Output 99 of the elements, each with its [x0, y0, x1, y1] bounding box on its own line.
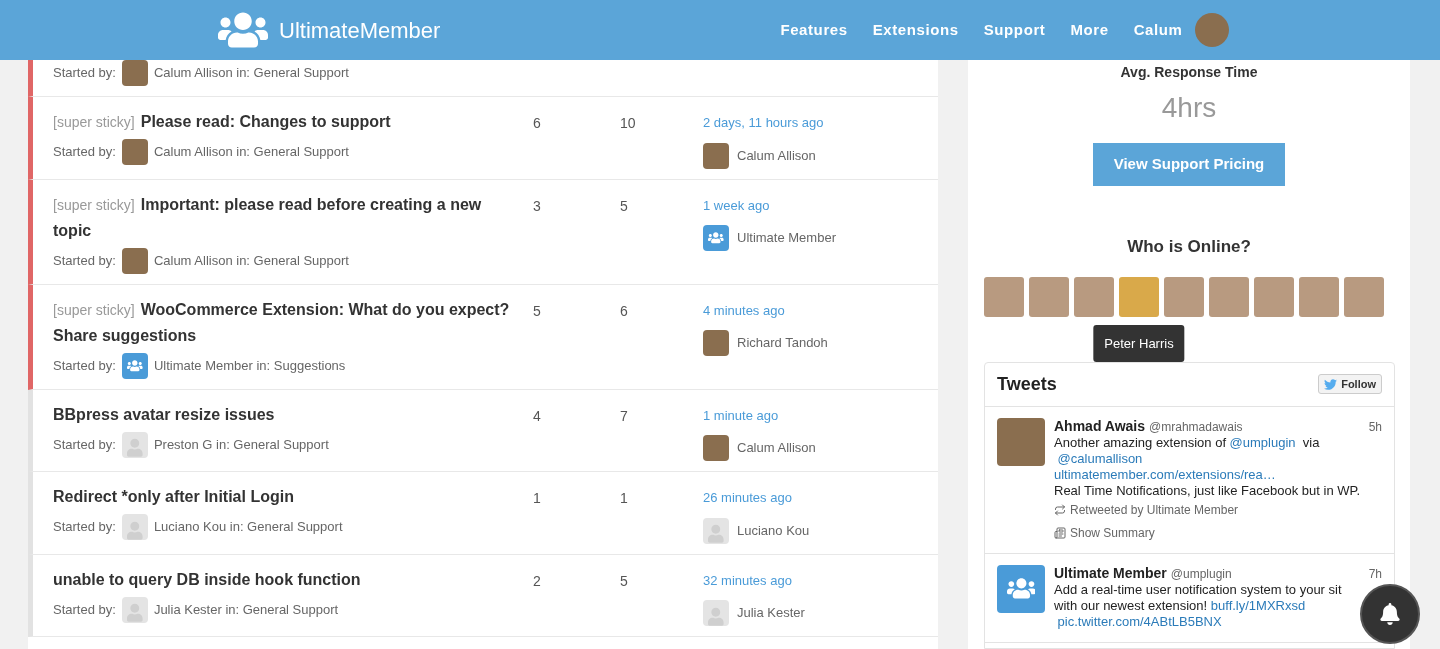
default-avatar	[121, 514, 148, 540]
avatar-photo	[997, 417, 1045, 466]
online-user-photo[interactable]	[1254, 276, 1294, 317]
started-by-label: Started by:	[53, 435, 116, 454]
tweet-link[interactable]: @calumallison	[1054, 450, 1143, 467]
tweet-handle[interactable]: @mrahmadawais	[1149, 418, 1243, 435]
post-count: 7	[620, 406, 629, 426]
last-poster[interactable]: Richard Tandoh	[737, 333, 828, 353]
tweet-author[interactable]: Ahmad Awais	[1054, 417, 1146, 434]
topic-title[interactable]: unable to query DB inside hook function	[53, 566, 533, 593]
tweet-author[interactable]: Ultimate Member	[1054, 564, 1167, 581]
voice-count: 4	[533, 406, 542, 426]
online-user-photo[interactable]	[1209, 276, 1249, 317]
show-summary-link[interactable]: Show Summary	[1070, 524, 1155, 541]
avatar-photo	[703, 435, 729, 461]
topic-title[interactable]: [super sticky] WooCommerce Extension: What do you expect? Share suggestions	[53, 296, 533, 349]
tweet-text: via	[1301, 434, 1320, 451]
tweet-time[interactable]: 7h	[1368, 565, 1382, 582]
user-avatar[interactable]	[1194, 13, 1229, 47]
notification-bell-button[interactable]	[1360, 584, 1420, 644]
user-tooltip: Peter Harris	[1093, 324, 1185, 362]
response-time-value: 4hrs	[1161, 91, 1217, 125]
last-poster[interactable]: Luciano Kou	[737, 520, 810, 541]
default-avatar	[121, 431, 148, 458]
topic-title[interactable]: Redirect *only after Initial Login	[53, 484, 533, 510]
logo-icon	[215, 10, 271, 50]
online-user-photo[interactable]	[984, 276, 1024, 317]
last-poster[interactable]: Calum Allison	[737, 438, 816, 458]
logo-avatar	[121, 352, 148, 379]
started-by-label: Started by:	[53, 143, 116, 162]
avatar-photo	[121, 139, 148, 165]
default-avatar	[121, 596, 148, 623]
tweet-handle[interactable]: @umplugin	[1170, 565, 1232, 582]
started-by-label: Started by:	[53, 251, 116, 270]
voice-count: 3	[533, 196, 542, 216]
topic-starter[interactable]: Calum Allison in: General Support	[153, 250, 349, 271]
topic-starter[interactable]: Calum Allison in: General Support	[153, 142, 349, 162]
freshness-link[interactable]: 1 week ago	[703, 195, 770, 215]
avatar-photo	[121, 60, 148, 86]
logo-avatar	[997, 564, 1045, 613]
tweet-link[interactable]: @umplugin	[1229, 434, 1296, 451]
started-by-label: Started by:	[53, 600, 116, 619]
bird-icon	[1324, 377, 1338, 391]
post-count: 5	[620, 571, 629, 591]
default-avatar	[703, 600, 729, 626]
online-user-photo[interactable]	[1074, 276, 1114, 317]
tweet-text: with our newest extension!	[1054, 597, 1209, 614]
voice-count: 1	[533, 489, 542, 508]
post-count: 6	[620, 301, 629, 321]
retweet-text: Retweeted by Ultimate Member	[1070, 501, 1239, 518]
online-user-photo[interactable]	[1029, 276, 1069, 317]
avatar-photo	[703, 330, 729, 356]
post-count: 5	[620, 196, 629, 216]
started-by-label: Started by:	[53, 518, 116, 537]
topic-starter[interactable]: Calum Allison in: General Support	[153, 63, 349, 83]
tweet-time[interactable]: 5h	[1368, 418, 1382, 435]
started-by-label: Started by:	[53, 356, 116, 375]
topic-title[interactable]: [super sticky] Please read: Changes to support	[53, 109, 533, 135]
started-by-label: Started by:	[53, 64, 116, 83]
tweet-link[interactable]: pic.twitter.com/4ABtLB5BNX	[1054, 613, 1222, 630]
freshness-link[interactable]: 1 minute ago	[703, 405, 779, 425]
online-user-photo[interactable]	[1299, 276, 1339, 317]
voice-count: 6	[533, 114, 542, 133]
topic-starter[interactable]: Preston G in: General Support	[153, 434, 329, 455]
avatar-photo	[121, 247, 148, 274]
last-poster[interactable]: Ultimate Member	[737, 228, 836, 248]
avatar-photo	[703, 142, 729, 169]
follow-button[interactable]: Follow	[1318, 374, 1382, 394]
topic-starter[interactable]: Julia Kester in: General Support	[153, 599, 339, 620]
topic-title[interactable]: [super sticky] Important: please read before creating a new topic	[53, 191, 533, 244]
tweet-link[interactable]: ultimatemember.com/extensions/rea…	[1054, 466, 1276, 483]
default-avatar	[703, 517, 729, 544]
freshness-link[interactable]: 26 minutes ago	[703, 488, 792, 508]
summary-icon	[1054, 526, 1066, 539]
last-poster[interactable]: Calum Allison	[737, 145, 816, 166]
voice-count: 5	[533, 301, 542, 321]
online-title: Who is Online?	[1127, 236, 1251, 258]
freshness-link[interactable]: 4 minutes ago	[703, 300, 785, 320]
online-user-photo[interactable]	[1119, 276, 1159, 317]
last-poster[interactable]: Julia Kester	[737, 603, 805, 623]
topic-starter[interactable]: Luciano Kou in: General Support	[153, 517, 343, 537]
logo-avatar	[703, 225, 729, 251]
response-time-label: Avg. Response Time	[1120, 63, 1258, 82]
topic-title[interactable]: BBpress avatar resize issues	[53, 401, 533, 428]
tweets-title: Tweets	[997, 372, 1057, 396]
bell-icon	[1379, 603, 1401, 625]
tweet-link[interactable]: buff.ly/1MXRxsd	[1210, 597, 1306, 614]
tweet-text: Add a real-time user notification system to your sit	[1054, 581, 1342, 598]
freshness-link[interactable]: 2 days, 11 hours ago	[703, 113, 824, 133]
tweet-text: Another amazing extension of	[1054, 434, 1227, 451]
voice-count: 2	[533, 571, 542, 591]
tweet-text: Real Time Notifications, just like Facebook but in WP.	[1054, 482, 1361, 499]
topic-starter[interactable]: Ultimate Member in: Suggestions	[153, 355, 346, 376]
freshness-link[interactable]: 32 minutes ago	[703, 570, 792, 590]
online-user-photo[interactable]	[1344, 276, 1384, 317]
online-user-photo[interactable]	[1164, 276, 1204, 317]
post-count: 10	[620, 114, 637, 133]
retweet-icon	[1054, 503, 1066, 516]
post-count: 1	[620, 489, 629, 508]
